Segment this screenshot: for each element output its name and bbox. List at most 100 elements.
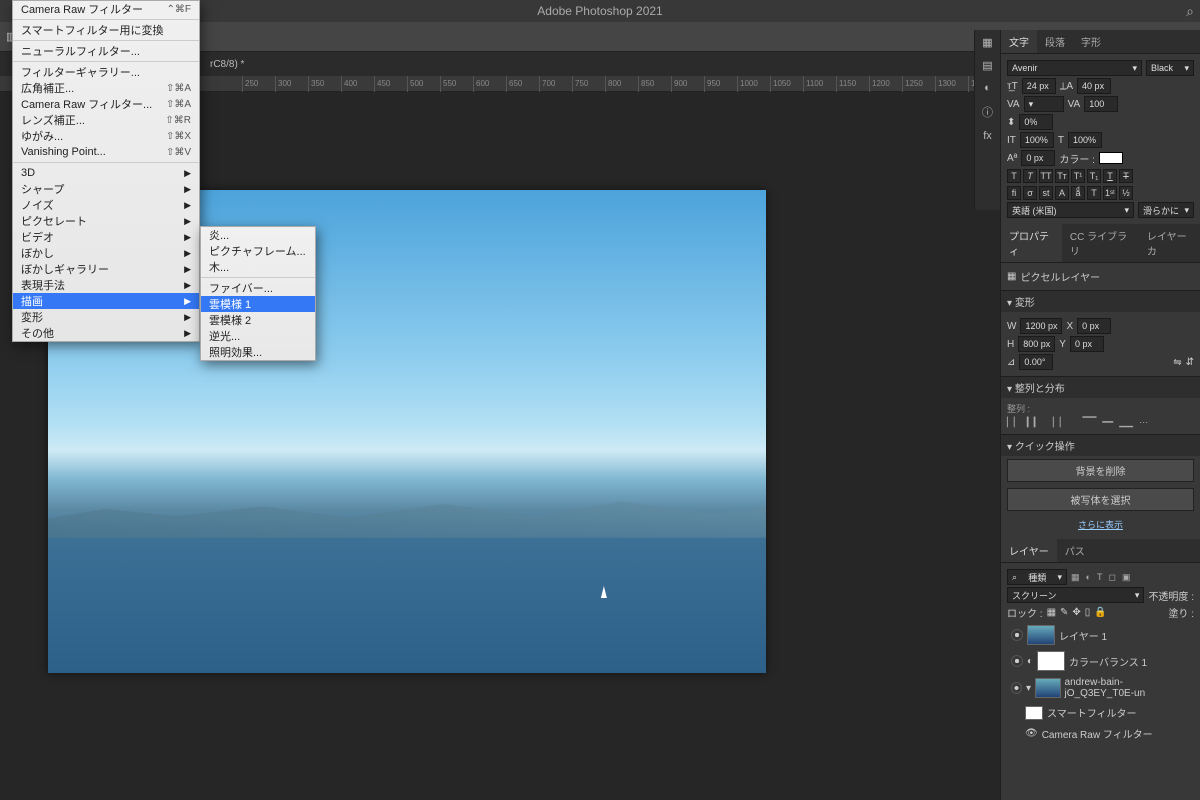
menu-item[interactable]: 広角補正...⇧⌘A xyxy=(13,80,199,96)
filter-name[interactable]: Camera Raw フィルター xyxy=(1042,726,1153,741)
menu-item[interactable]: ノイズ▶ xyxy=(13,197,199,213)
menu-item[interactable]: その他▶ xyxy=(13,325,199,341)
menu-item[interactable]: スマートフィルター用に変換 xyxy=(13,22,199,38)
history-icon[interactable]: ▤ xyxy=(982,59,992,72)
layer-row[interactable]: ▾ andrew-bain-jO_Q3EY_T0E-un xyxy=(1007,674,1194,702)
menu-item-camera-raw[interactable]: Camera Raw フィルター ⌃⌘F xyxy=(13,1,199,17)
menu-item[interactable]: 表現手法▶ xyxy=(13,277,199,293)
tab-glyphs[interactable]: 字形 xyxy=(1073,30,1109,53)
menu-item[interactable]: Vanishing Point...⇧⌘V xyxy=(13,144,199,160)
antialias-dropdown[interactable]: 滑らかに▾ xyxy=(1138,202,1194,218)
font-family-dropdown[interactable]: Avenir▾ xyxy=(1007,60,1142,76)
tab-character[interactable]: 文字 xyxy=(1001,30,1037,53)
lock-paint-icon[interactable]: ✎ xyxy=(1060,607,1068,618)
expand-icon[interactable]: ▾ xyxy=(1026,683,1031,694)
layer-row[interactable]: レイヤー 1 xyxy=(1007,622,1194,648)
menu-item[interactable]: 木... xyxy=(201,259,315,275)
smart-filter-row[interactable]: スマートフィルター xyxy=(1007,702,1194,723)
align-hcenter-icon[interactable]: ▎▎ xyxy=(1027,417,1041,428)
transform-header[interactable]: ▾ 変形 xyxy=(1001,290,1200,312)
document-tab[interactable]: rC8/8) * xyxy=(200,55,254,74)
leading-field[interactable]: 40 px xyxy=(1077,78,1111,94)
baseline-field[interactable]: 0 px xyxy=(1021,150,1055,166)
italic-button[interactable]: T xyxy=(1023,169,1037,183)
smart-filter-item[interactable]: 👁 Camera Raw フィルター xyxy=(1007,723,1194,744)
flip-v-icon[interactable]: ⇵ xyxy=(1186,357,1194,368)
menu-item[interactable]: シャープ▶ xyxy=(13,181,199,197)
lock-art-icon[interactable]: ▯ xyxy=(1085,607,1091,618)
filter-type-icon[interactable]: T xyxy=(1097,572,1103,582)
language-dropdown[interactable]: 英語 (米国)▾ xyxy=(1007,202,1134,218)
layer-name[interactable]: カラーバランス 1 xyxy=(1069,654,1147,669)
align-top-icon[interactable]: ▔▔ xyxy=(1083,417,1097,428)
ot-ad[interactable]: aͩ xyxy=(1071,186,1085,200)
visibility-icon[interactable]: 👁 xyxy=(1025,728,1038,739)
visibility-icon[interactable] xyxy=(1011,682,1022,694)
filter-smart-icon[interactable]: ▣ xyxy=(1122,572,1131,583)
ot-A[interactable]: A xyxy=(1055,186,1069,200)
menu-item[interactable]: ファイバー... xyxy=(201,280,315,296)
styles-icon[interactable]: fx xyxy=(983,130,992,142)
lock-trans-icon[interactable]: ▦ xyxy=(1047,607,1056,618)
menu-item[interactable]: ピクチャフレーム... xyxy=(201,243,315,259)
ot-fi[interactable]: fi xyxy=(1007,186,1021,200)
menu-item[interactable]: 3D▶ xyxy=(13,165,199,181)
swatches-icon[interactable]: ▦ xyxy=(982,36,992,49)
menu-item[interactable]: 雲模様 2 xyxy=(201,312,315,328)
visibility-icon[interactable] xyxy=(1011,629,1023,641)
align-left-icon[interactable]: ▏▏ xyxy=(1007,417,1021,428)
underline-button[interactable]: T xyxy=(1103,169,1117,183)
lock-pos-icon[interactable]: ✥ xyxy=(1072,607,1080,618)
vert-scale-field[interactable]: 0% xyxy=(1019,114,1053,130)
info-icon[interactable]: ⓘ xyxy=(982,104,993,120)
bold-button[interactable]: T xyxy=(1007,169,1021,183)
smallcaps-button[interactable]: Tᴛ xyxy=(1055,169,1069,183)
menu-item[interactable]: 変形▶ xyxy=(13,309,199,325)
ot-half[interactable]: ½ xyxy=(1119,186,1133,200)
subscript-button[interactable]: T₁ xyxy=(1087,169,1101,183)
menu-item[interactable]: ゆがみ...⇧⌘X xyxy=(13,128,199,144)
menu-item[interactable]: Camera Raw フィルター...⇧⌘A xyxy=(13,96,199,112)
x-field[interactable]: 0 px xyxy=(1077,318,1111,334)
align-vcenter-icon[interactable]: ━━ xyxy=(1102,417,1113,428)
ot-1st[interactable]: 1ˢᵗ xyxy=(1103,186,1117,200)
tracking-field[interactable]: 100 xyxy=(1084,96,1118,112)
layer-name[interactable]: レイヤー 1 xyxy=(1059,628,1107,643)
ot-T[interactable]: T xyxy=(1087,186,1101,200)
text-color-swatch[interactable] xyxy=(1099,152,1123,164)
tab-layercomp[interactable]: レイヤーカ xyxy=(1139,224,1200,262)
menu-item[interactable]: ビデオ▶ xyxy=(13,229,199,245)
ot-st[interactable]: st xyxy=(1039,186,1053,200)
allcaps-button[interactable]: TT xyxy=(1039,169,1053,183)
menu-item[interactable]: ニューラルフィルター... xyxy=(13,43,199,59)
font-size-field[interactable]: 24 px xyxy=(1022,78,1056,94)
layer-filter-dropdown[interactable]: ⌕種類▾ xyxy=(1007,569,1067,585)
menu-item[interactable]: 雲模様 1 xyxy=(201,296,315,312)
tab-layers[interactable]: レイヤー xyxy=(1001,539,1057,562)
align-right-icon[interactable]: ▕▕ xyxy=(1047,417,1061,428)
menu-item[interactable]: ぼかしギャラリー▶ xyxy=(13,261,199,277)
search-icon[interactable]: ⌕ xyxy=(1186,3,1194,20)
collapsed-panel-strip[interactable]: ▦ ▤ ◐ ⓘ fx xyxy=(974,30,1000,210)
menu-item[interactable]: 照明効果... xyxy=(201,344,315,360)
strike-button[interactable]: T xyxy=(1119,169,1133,183)
filter-menu[interactable]: Camera Raw フィルター ⌃⌘F スマートフィルター用に変換 ニューラル… xyxy=(12,0,200,342)
menu-item[interactable]: 描画▶ xyxy=(13,293,199,309)
menu-item[interactable]: ぼかし▶ xyxy=(13,245,199,261)
tab-cclib[interactable]: CC ライブラリ xyxy=(1062,224,1139,262)
lock-all-icon[interactable]: 🔒 xyxy=(1094,607,1106,618)
kerning-dropdown[interactable]: ▾ xyxy=(1024,96,1064,112)
mask-thumb[interactable] xyxy=(1037,651,1065,671)
tab-paragraph[interactable]: 段落 xyxy=(1037,30,1073,53)
layer-thumb[interactable] xyxy=(1027,625,1055,645)
filter-shape-icon[interactable]: ◻ xyxy=(1108,572,1115,583)
menu-item[interactable]: 逆光... xyxy=(201,328,315,344)
menu-item[interactable]: フィルターギャラリー... xyxy=(13,64,199,80)
adjustments-icon[interactable]: ◐ xyxy=(984,82,991,94)
filter-mask-thumb[interactable] xyxy=(1025,706,1043,720)
vert-field[interactable]: 100% xyxy=(1068,132,1102,148)
select-subject-button[interactable]: 被写体を選択 xyxy=(1007,488,1194,511)
filter-adjust-icon[interactable]: ◐ xyxy=(1086,572,1091,582)
menu-item[interactable]: 炎... xyxy=(201,227,315,243)
show-more-link[interactable]: さらに表示 xyxy=(1001,518,1200,531)
